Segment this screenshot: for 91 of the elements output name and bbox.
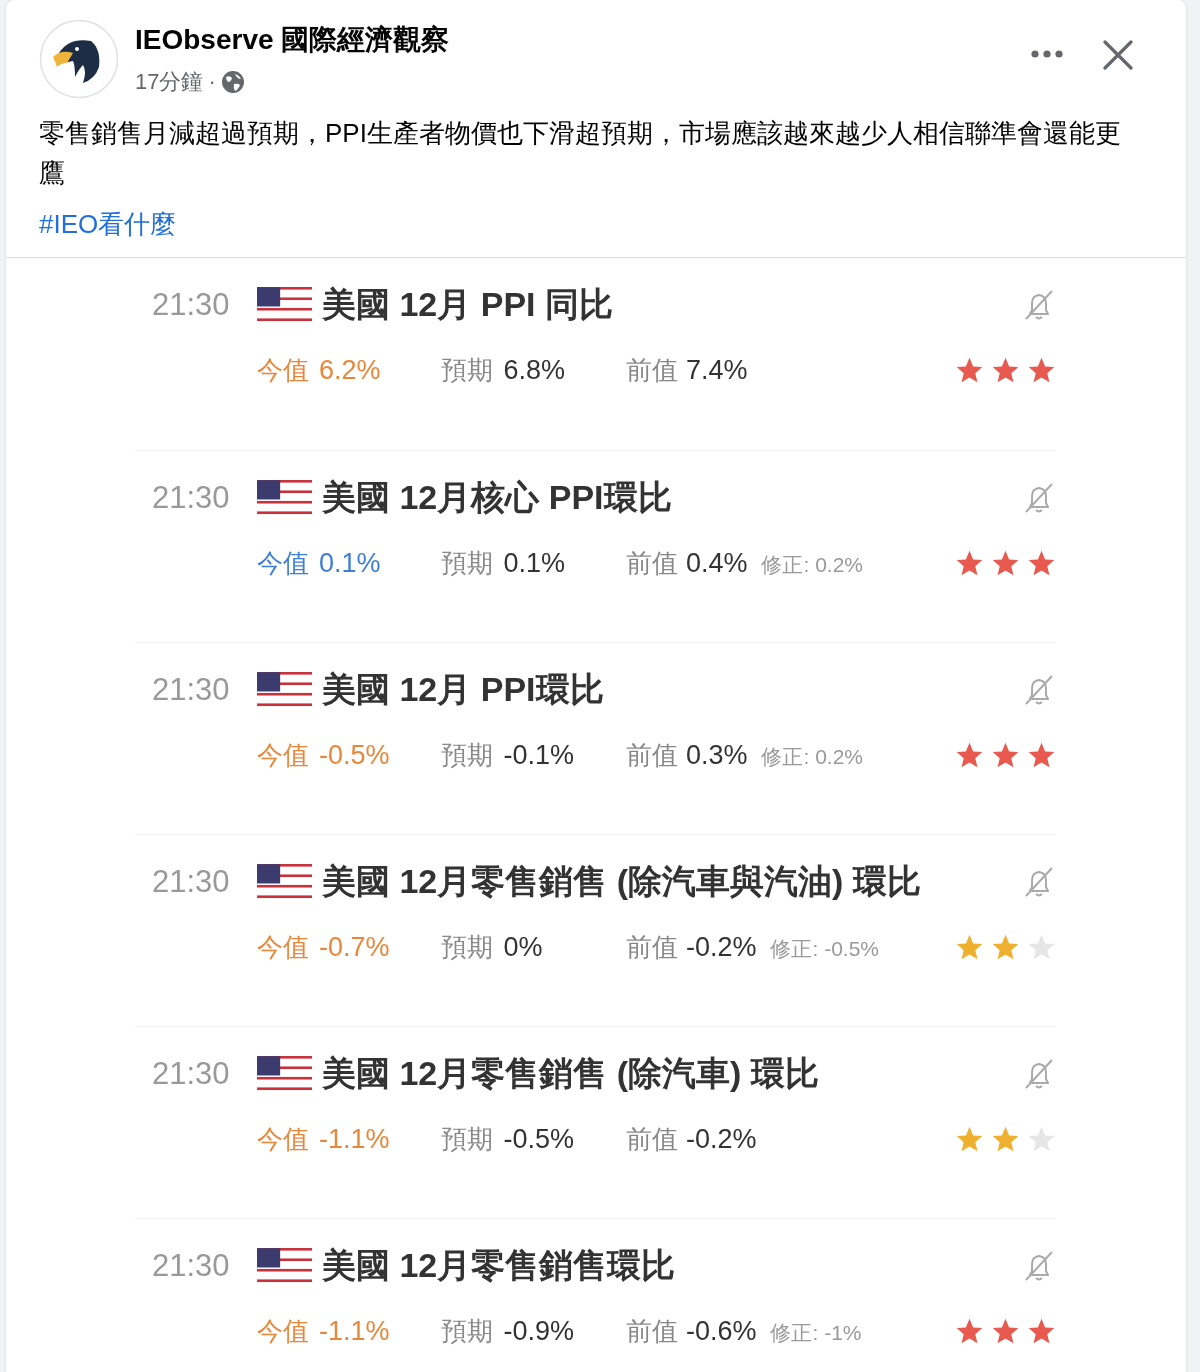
event-title: 美國 12月核心 PPI環比 — [322, 477, 672, 518]
previous-label: 前值 — [625, 1122, 678, 1156]
previous-value: -0.2% — [685, 931, 757, 963]
forecast-label: 預期 — [441, 1314, 494, 1348]
star-icon — [991, 355, 1020, 385]
actual-value: 6.2% — [319, 354, 381, 386]
muted-bell-icon[interactable] — [1022, 288, 1056, 322]
muted-bell-icon[interactable] — [1022, 865, 1056, 899]
event-time: 21:30 — [152, 864, 231, 900]
star-icon — [955, 355, 984, 385]
actual-label: 今值 — [257, 738, 309, 772]
previous-value: 7.4% — [685, 354, 748, 386]
star-icon — [955, 740, 984, 770]
event-time: 21:30 — [152, 672, 231, 708]
star-icon — [955, 548, 984, 578]
actual-label: 今值 — [257, 1122, 309, 1156]
event-time: 21:30 — [152, 287, 231, 323]
author-name[interactable]: IEObserve 國際經濟觀察 — [135, 21, 450, 59]
actual-value: 0.1% — [319, 547, 381, 579]
event-title: 美國 12月 PPI環比 — [322, 669, 604, 710]
previous-label: 前值 — [625, 930, 678, 964]
actual-label: 今值 — [257, 930, 309, 964]
star-icon — [991, 1124, 1020, 1154]
actual-label: 今值 — [257, 546, 309, 580]
post-text: 零售銷售月減超過預期，PPI生產者物價也下滑超預期，市場應該越來越少人相信聯準會還能更鷹 — [39, 117, 1122, 190]
globe-icon — [220, 70, 245, 94]
actual-value: -1.1% — [319, 1315, 390, 1347]
forecast-value: 0.1% — [503, 547, 565, 579]
star-icon — [955, 932, 984, 962]
event-time: 21:30 — [152, 480, 231, 516]
actual-value: -0.5% — [319, 739, 390, 771]
star-icon — [991, 932, 1020, 962]
forecast-label: 預期 — [441, 1122, 494, 1156]
star-icon — [955, 1124, 984, 1154]
separator-dot: · — [208, 69, 216, 95]
previous-value: 0.3% — [685, 739, 748, 771]
event-time: 21:30 — [152, 1056, 231, 1092]
forecast-value: 0% — [503, 931, 543, 963]
hashtag-link[interactable]: #IEO看什麼 — [39, 209, 177, 239]
us-flag-icon — [257, 286, 312, 324]
actual-value: -1.1% — [319, 1123, 390, 1155]
event-title: 美國 12月零售銷售環比 — [322, 1245, 676, 1286]
forecast-label: 預期 — [441, 546, 494, 580]
revised-value: 修正: 0.2% — [761, 743, 864, 770]
star-icon — [1027, 740, 1056, 770]
previous-value: 0.4% — [685, 547, 748, 579]
muted-bell-icon[interactable] — [1022, 481, 1056, 515]
star-icon — [1027, 1124, 1056, 1154]
star-icon — [1027, 932, 1056, 962]
previous-label: 前值 — [625, 738, 678, 772]
previous-label: 前值 — [625, 1314, 678, 1348]
star-icon — [955, 1316, 984, 1346]
forecast-label: 預期 — [441, 930, 494, 964]
event-time: 21:30 — [152, 1248, 231, 1284]
forecast-label: 預期 — [441, 738, 494, 772]
us-flag-icon — [257, 671, 312, 709]
previous-value: -0.2% — [685, 1123, 757, 1155]
previous-label: 前值 — [625, 353, 678, 387]
star-icon — [991, 740, 1020, 770]
actual-label: 今值 — [257, 353, 309, 387]
star-icon — [1027, 548, 1056, 578]
us-flag-icon — [257, 479, 312, 517]
close-icon[interactable] — [1103, 40, 1133, 70]
us-flag-icon — [257, 1055, 312, 1093]
us-flag-icon — [257, 863, 312, 901]
muted-bell-icon[interactable] — [1022, 673, 1056, 707]
star-icon — [1027, 1316, 1056, 1346]
muted-bell-icon[interactable] — [1022, 1249, 1056, 1283]
previous-value: -0.6% — [685, 1315, 757, 1347]
star-icon — [991, 1316, 1020, 1346]
event-title: 美國 12月零售銷售 (除汽車) 環比 — [322, 1053, 819, 1094]
us-flag-icon — [257, 1247, 312, 1285]
forecast-value: -0.9% — [503, 1315, 574, 1347]
forecast-value: -0.1% — [503, 739, 574, 771]
muted-bell-icon[interactable] — [1022, 1057, 1056, 1091]
star-icon — [1027, 355, 1056, 385]
forecast-value: 6.8% — [503, 354, 565, 386]
star-icon — [991, 548, 1020, 578]
post-time[interactable]: 17分鐘 — [135, 67, 204, 97]
forecast-label: 預期 — [441, 353, 494, 387]
event-title: 美國 12月 PPI 同比 — [322, 284, 613, 325]
actual-value: -0.7% — [319, 931, 390, 963]
revised-value: 修正: 0.2% — [761, 551, 864, 578]
forecast-value: -0.5% — [503, 1123, 574, 1155]
more-options-icon[interactable] — [1030, 49, 1064, 59]
eagle-avatar-icon[interactable] — [39, 19, 119, 99]
previous-label: 前值 — [625, 546, 678, 580]
event-title: 美國 12月零售銷售 (除汽車與汽油) 環比 — [322, 861, 921, 902]
revised-value: 修正: -1% — [770, 1319, 862, 1346]
revised-value: 修正: -0.5% — [770, 935, 879, 962]
actual-label: 今值 — [257, 1314, 309, 1348]
